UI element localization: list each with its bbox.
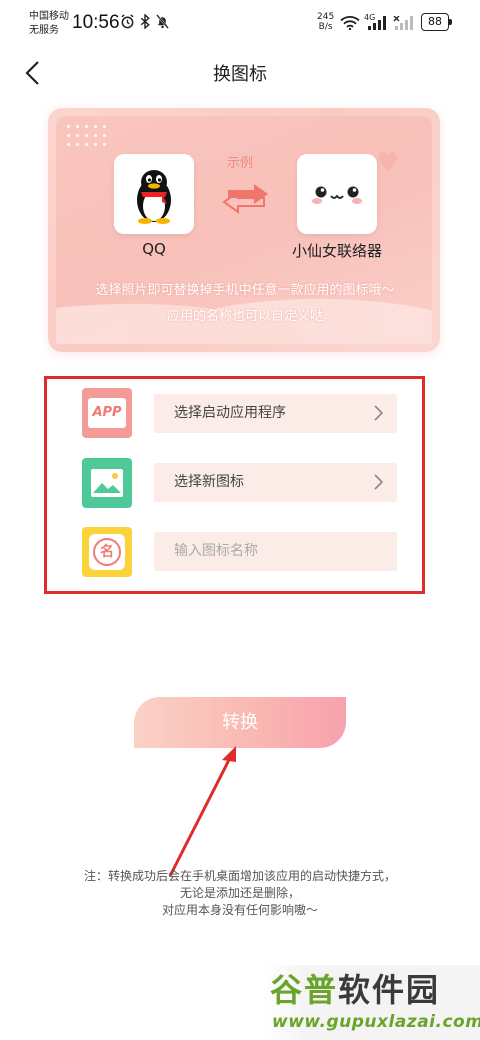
- target-app-label: 小仙女联络器: [291, 242, 382, 260]
- source-app-label: QQ: [142, 240, 166, 258]
- wifi-icon: [340, 16, 360, 30]
- qq-penguin-icon: [137, 170, 171, 224]
- cute-face-icon: [312, 186, 362, 204]
- icon-name-input[interactable]: 输入图标名称: [154, 532, 397, 571]
- dots-decoration: [64, 122, 112, 152]
- note-line-3: 对应用本身没有任何影响嗷～: [161, 903, 318, 917]
- name-tag-icon: 名: [82, 527, 132, 577]
- watermark: 谷普软件园 www.gupuxlazai.com: [262, 965, 480, 1040]
- watermark-title-dark: 软件园: [338, 971, 441, 1009]
- name-tag-text: 名: [93, 538, 121, 566]
- carrier-status: 无服务: [29, 25, 59, 36]
- app-icon: APP: [82, 388, 132, 438]
- battery-indicator: 88: [421, 13, 452, 31]
- note-line-2: 无论是添加还是删除，: [179, 886, 300, 900]
- screen: 中国移动 无服务 10:56 245 B/s 4G 88 换图标 ♥ 示例 QQ…: [0, 0, 480, 1040]
- status-time: 10:56: [72, 12, 120, 33]
- annotation-arrow: [168, 746, 236, 877]
- swap-arrows-icon: [222, 184, 268, 214]
- picture-icon: [91, 469, 123, 497]
- network-speed: 245 B/s: [317, 12, 334, 32]
- banner-description-1: 选择照片即可替换掉手机中任意一款应用的图标哦～: [95, 283, 395, 298]
- watermark-title-green: 谷普: [270, 971, 339, 1009]
- chevron-right-icon: [374, 474, 384, 490]
- target-app-card: [297, 154, 377, 234]
- net-speed-unit: B/s: [318, 22, 333, 32]
- qq-app-card: [114, 154, 194, 234]
- alarm-icon: [121, 14, 134, 29]
- select-app-label: 选择启动应用程序: [174, 405, 286, 421]
- mute-bell-icon: [156, 14, 169, 29]
- usage-note: 注：转换成功后会在手机桌面增加该应用的启动快捷方式， 无论是添加还是删除， 对应…: [40, 868, 440, 919]
- icon-name-placeholder: 输入图标名称: [174, 543, 258, 559]
- banner-description-2: 应用的名称也可以自定义哒: [166, 309, 323, 324]
- select-icon-button[interactable]: 选择新图标: [154, 463, 397, 502]
- bluetooth-icon: [140, 14, 150, 29]
- status-bar: 中国移动 无服务 10:56 245 B/s 4G 88: [0, 0, 480, 44]
- signal-icon: [368, 16, 386, 30]
- status-icons: [120, 14, 170, 29]
- net-speed-value: 245: [317, 12, 335, 22]
- watermark-url: www.gupuxlazai.com: [272, 1012, 480, 1032]
- chevron-right-icon: [374, 405, 384, 421]
- image-icon: [82, 458, 132, 508]
- app-icon-text: APP: [88, 398, 126, 428]
- page-title: 换图标: [213, 64, 267, 85]
- select-app-button[interactable]: 选择启动应用程序: [154, 394, 397, 433]
- no-signal-icon: [393, 16, 413, 30]
- select-icon-label: 选择新图标: [174, 474, 244, 490]
- watermark-title: 谷普软件园: [270, 965, 440, 1011]
- note-line-1: 注：转换成功后会在手机桌面增加该应用的启动快捷方式，: [83, 869, 396, 883]
- carrier-name: 中国移动: [29, 11, 69, 22]
- carrier-info: 中国移动 无服务: [29, 10, 69, 38]
- example-label: 示例: [226, 156, 253, 171]
